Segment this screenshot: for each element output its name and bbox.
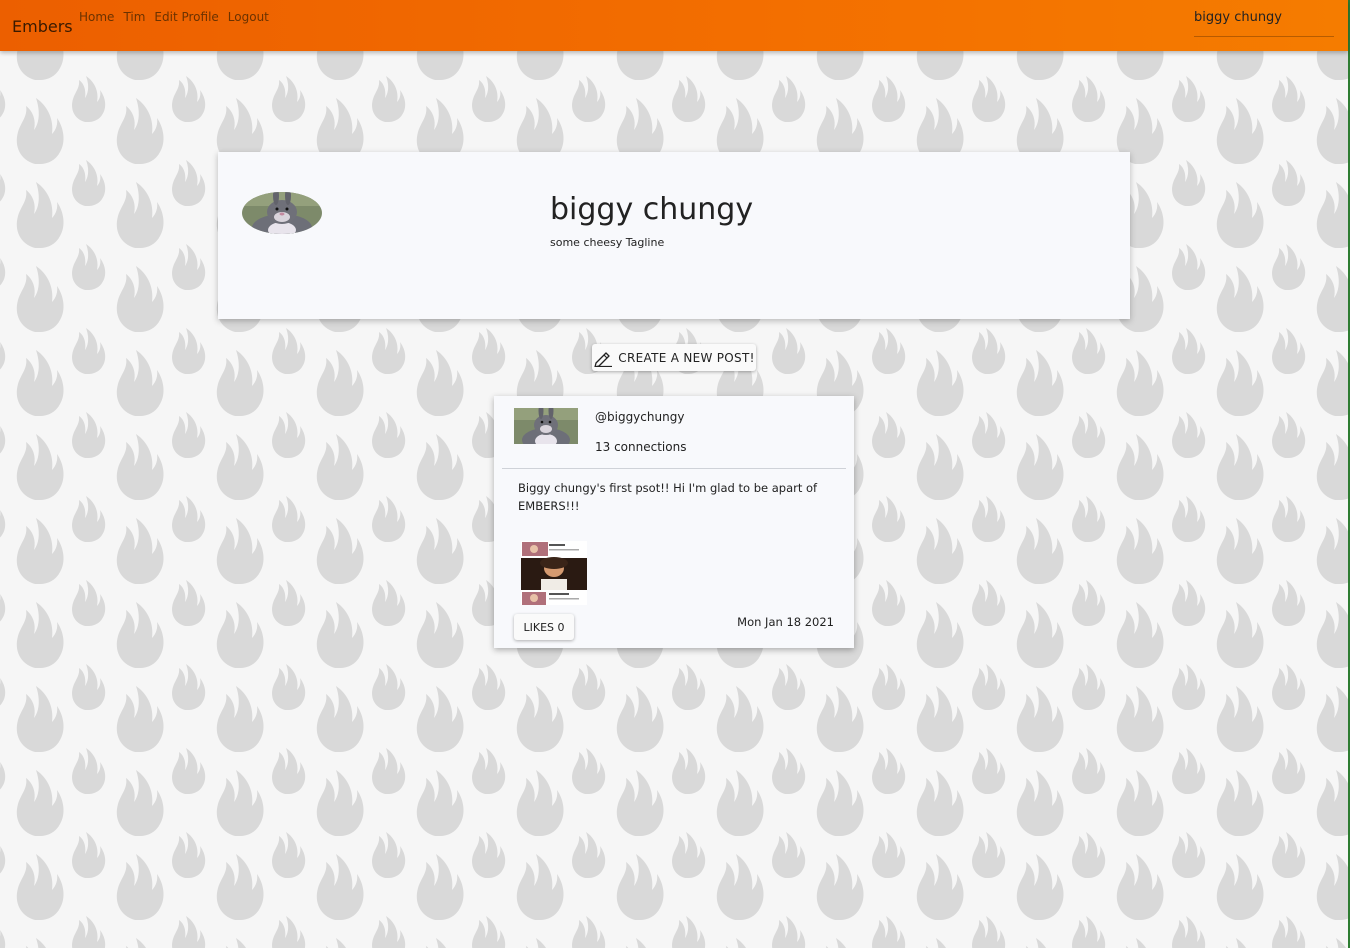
post-card: @biggychungy 13 connections Biggy chungy…	[494, 396, 854, 648]
meme-thumbnail-image	[521, 541, 587, 605]
post-author-connections: 13 connections	[595, 440, 687, 454]
create-post-button[interactable]: CREATE A NEW POST!	[592, 344, 756, 371]
pencil-icon	[593, 349, 613, 368]
post-author-avatar[interactable]	[514, 408, 578, 444]
post-divider	[502, 468, 846, 469]
bunny-avatar-image	[514, 408, 578, 444]
post-body-text: Biggy chungy's first psot!! Hi I'm glad …	[518, 481, 818, 513]
brand-logo-text[interactable]: Embers	[12, 17, 73, 36]
nav-link-edit-profile[interactable]: Edit Profile	[154, 10, 218, 24]
profile-tagline: some cheesy Tagline	[550, 236, 665, 249]
profile-name: biggy chungy	[550, 192, 754, 227]
post-attached-image[interactable]	[521, 541, 587, 605]
post-date: Mon Jan 18 2021	[737, 615, 834, 629]
current-user-field[interactable]: biggy chungy	[1194, 9, 1334, 37]
nav-link-logout[interactable]: Logout	[228, 10, 269, 24]
post-author-handle[interactable]: @biggychungy	[595, 410, 684, 424]
profile-avatar	[242, 192, 322, 234]
nav-link-home[interactable]: Home	[79, 10, 114, 24]
main-nav: Home Tim Edit Profile Logout	[79, 10, 278, 24]
profile-card: biggy chungy some cheesy Tagline	[218, 152, 1130, 319]
nav-link-tim[interactable]: Tim	[123, 10, 145, 24]
bunny-avatar-image	[242, 192, 322, 234]
create-post-label: CREATE A NEW POST!	[618, 350, 755, 365]
likes-button[interactable]: LIKES 0	[514, 614, 574, 640]
top-navigation-bar: Embers Home Tim Edit Profile Logout bigg…	[0, 0, 1348, 51]
